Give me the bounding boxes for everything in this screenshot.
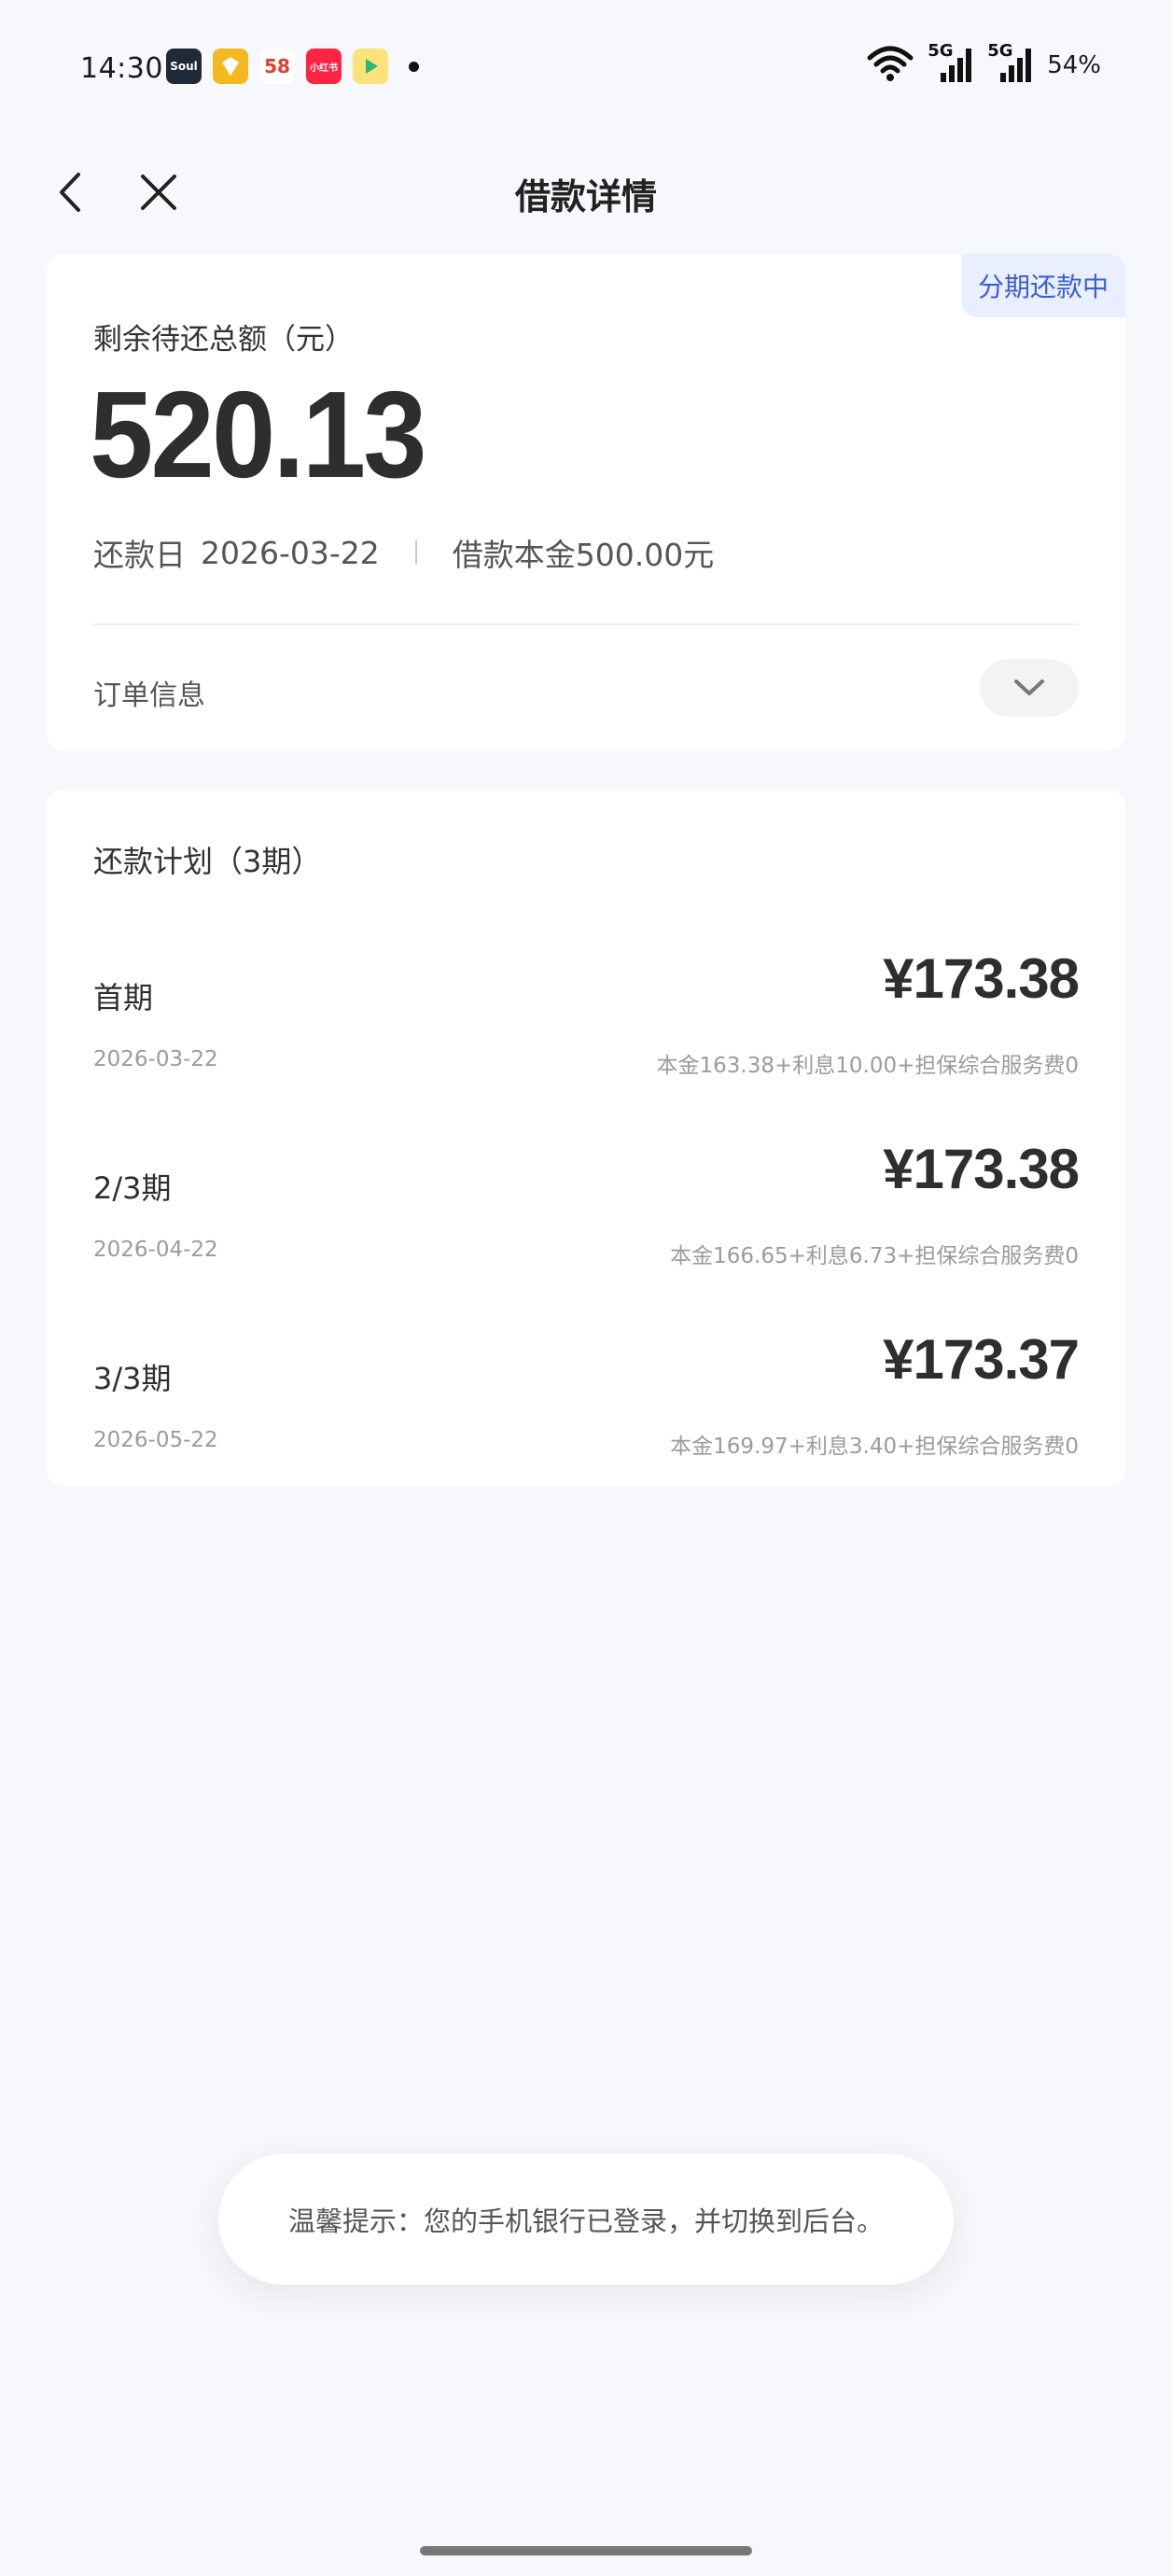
cellular-signal-icon: 5G [928, 41, 974, 86]
period-amount: ¥173.38 [883, 1138, 1080, 1200]
58-app-icon: 58 [259, 49, 295, 84]
plan-row[interactable]: 首期 ¥173.38 2026-03-22 本金163.38+利息10.00+担… [93, 946, 1080, 1078]
period-date: 2026-05-22 [93, 1428, 218, 1452]
toast-message: 温馨提示：您的手机银行已登录，并切换到后台。 [218, 2154, 954, 2285]
battery-level: 54% [1047, 51, 1101, 79]
chevron-down-icon [1014, 679, 1044, 695]
wifi-icon [866, 45, 914, 86]
meta-divider [414, 540, 417, 565]
notification-app-icons: Soul 58 小红书 [166, 49, 419, 84]
status-indicators: 5G 5G 54% [866, 41, 1101, 86]
repayment-plan-card: 还款计划（3期） 首期 ¥173.38 2026-03-22 本金163.38+… [47, 790, 1125, 1486]
period-label: 3/3期 [93, 1361, 172, 1396]
status-time: 14:30 [80, 52, 163, 85]
repayment-plan-title: 还款计划（3期） [93, 844, 322, 879]
xiaohongshu-app-icon: 小红书 [306, 49, 342, 84]
video-app-icon [353, 49, 388, 84]
remaining-amount-label: 剩余待还总额（元） [93, 323, 354, 357]
notification-dot [409, 61, 419, 72]
plan-row[interactable]: 2/3期 ¥173.38 2026-04-22 本金166.65+利息6.73+… [93, 1137, 1080, 1268]
period-amount: ¥173.38 [883, 947, 1080, 1010]
order-info-label[interactable]: 订单信息 [93, 672, 205, 713]
home-indicator[interactable] [420, 2546, 752, 2555]
order-info-toggle-button[interactable] [980, 659, 1079, 717]
period-breakdown: 本金163.38+利息10.00+担保综合服务费0 [656, 1054, 1080, 1078]
remaining-amount: 520.13 [90, 366, 427, 503]
summary-meta: 还款日 2026-03-22 借款本金500.00元 [93, 530, 714, 575]
period-label: 2/3期 [93, 1170, 172, 1206]
due-date-value: 2026-03-22 [201, 534, 380, 571]
yellow-app-icon [213, 49, 248, 84]
status-badge: 分期还款中 [961, 254, 1125, 317]
period-breakdown: 本金169.97+利息3.40+担保综合服务费0 [670, 1435, 1079, 1459]
period-amount: ¥173.37 [883, 1328, 1080, 1391]
soul-app-icon: Soul [166, 49, 202, 84]
loan-summary-card: 分期还款中 剩余待还总额（元） 520.13 还款日 2026-03-22 借款… [47, 254, 1125, 750]
page-title: 借款详情 [514, 176, 657, 217]
period-date: 2026-03-22 [93, 1047, 218, 1071]
period-breakdown: 本金166.65+利息6.73+担保综合服务费0 [670, 1244, 1079, 1268]
period-label: 首期 [93, 980, 154, 1015]
principal-text: 借款本金500.00元 [452, 537, 715, 573]
plan-row[interactable]: 3/3期 ¥173.37 2026-05-22 本金169.97+利息3.40+… [93, 1327, 1080, 1459]
due-date-label: 还款日 [93, 537, 186, 573]
period-date: 2026-04-22 [93, 1238, 218, 1262]
status-bar: 14:30 Soul 58 小红书 5G 5G 54% [0, 0, 1172, 131]
divider [93, 623, 1079, 625]
cellular-signal-icon-2: 5G [987, 41, 1034, 86]
